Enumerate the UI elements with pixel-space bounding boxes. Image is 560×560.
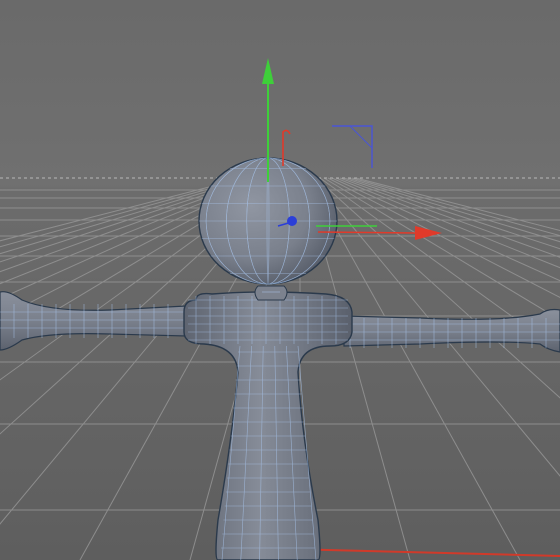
3d-viewport[interactable] bbox=[0, 0, 560, 560]
neck[interactable] bbox=[254, 285, 288, 301]
viewport-canvas[interactable] bbox=[0, 0, 560, 560]
